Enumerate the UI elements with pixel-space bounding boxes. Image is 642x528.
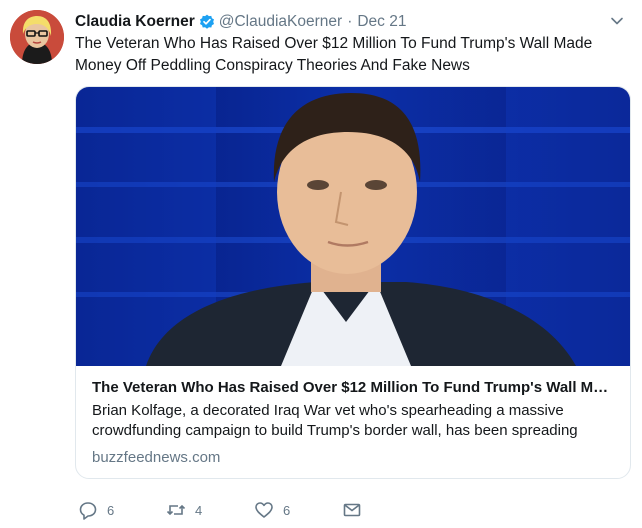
retweet-count: 4 bbox=[195, 502, 203, 518]
avatar[interactable] bbox=[10, 10, 64, 64]
link-card[interactable]: The Veteran Who Has Raised Over $12 Mill… bbox=[75, 86, 631, 479]
retweet-button[interactable]: 4 bbox=[166, 500, 202, 520]
retweet-icon bbox=[166, 504, 186, 516]
tweet-date[interactable]: Dec 21 bbox=[357, 13, 406, 31]
tweet[interactable]: Claudia Koerner @ClaudiaKoerner · Dec 21… bbox=[0, 0, 642, 528]
like-count: 6 bbox=[283, 502, 291, 518]
card-body: The Veteran Who Has Raised Over $12 Mill… bbox=[92, 378, 614, 468]
tweet-text: The Veteran Who Has Raised Over $12 Mill… bbox=[75, 35, 593, 74]
card-title[interactable]: The Veteran Who Has Raised Over $12 Mill… bbox=[92, 378, 614, 398]
tweet-header: Claudia Koerner @ClaudiaKoerner · Dec 21 bbox=[75, 11, 602, 33]
author-name[interactable]: Claudia Koerner bbox=[75, 13, 195, 31]
header-separator: · bbox=[347, 13, 353, 30]
reply-button[interactable]: 6 bbox=[78, 500, 114, 520]
chevron-down-icon[interactable] bbox=[610, 14, 624, 28]
reply-icon bbox=[79, 502, 97, 520]
author-handle[interactable]: @ClaudiaKoerner bbox=[219, 13, 342, 31]
like-button[interactable]: 6 bbox=[254, 500, 290, 520]
direct-message-button[interactable] bbox=[342, 500, 362, 520]
reply-count: 6 bbox=[107, 502, 115, 518]
card-domain: buzzfeednews.com bbox=[92, 449, 221, 466]
message-icon bbox=[343, 503, 361, 517]
card-description: Brian Kolfage, a decorated Iraq War vet … bbox=[92, 402, 578, 439]
card-image[interactable] bbox=[76, 87, 630, 366]
verified-icon bbox=[199, 14, 215, 30]
like-icon bbox=[255, 502, 273, 518]
